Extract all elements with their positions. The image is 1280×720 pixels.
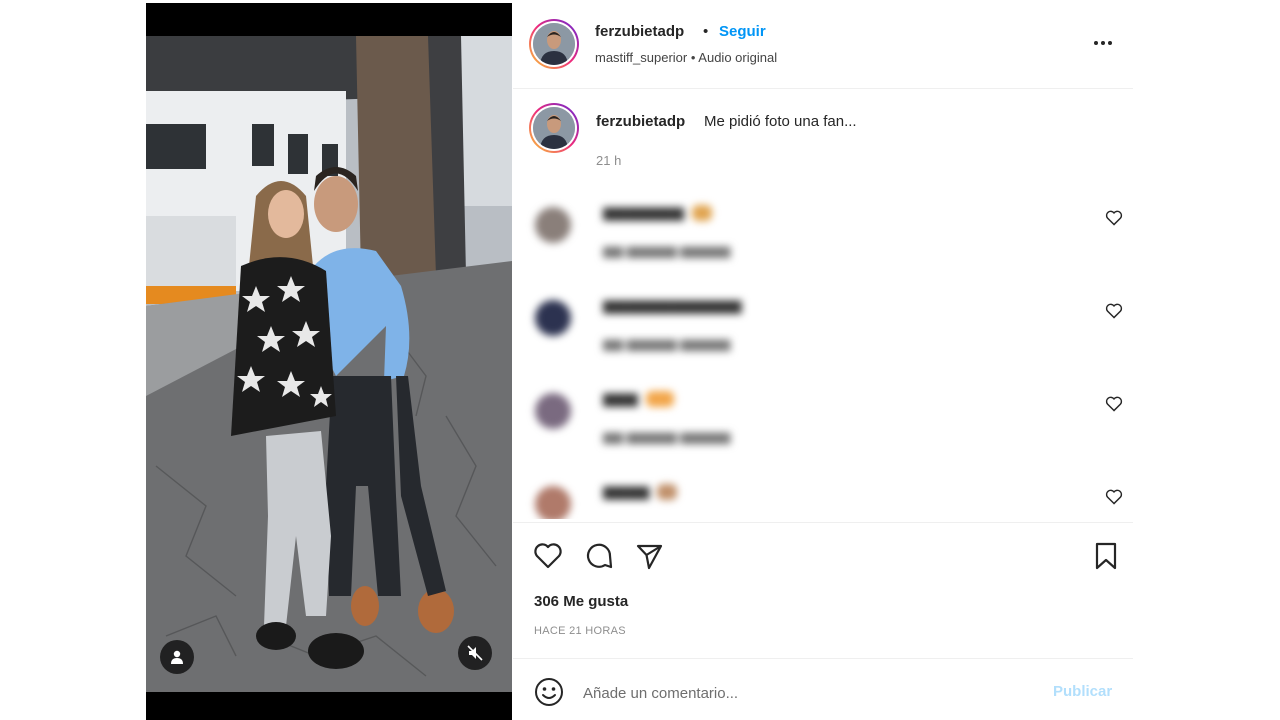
caption-avatar[interactable] — [529, 103, 579, 153]
post-timestamp[interactable]: HACE 21 HORAS — [534, 625, 626, 637]
post-header: ferzubietadp • Seguir mastiff_superior •… — [513, 3, 1133, 89]
like-count[interactable]: 306 Me gusta — [534, 593, 628, 610]
comment-icon — [586, 543, 613, 569]
comments-list[interactable]: ▆▆▆▆▆▆▆ ▆▆ ▆▆▆▆▆ ▆▆▆▆▆ ▆▆▆▆▆▆▆▆▆▆▆▆ ▆▆ ▆… — [523, 191, 1063, 519]
author-username[interactable]: ferzubietadp — [595, 23, 684, 40]
bookmark-icon — [1095, 542, 1117, 570]
separator-dot: • — [703, 23, 709, 40]
commenter-avatar[interactable] — [535, 300, 571, 336]
like-comment-heart-icon[interactable] — [1105, 210, 1123, 226]
save-button[interactable] — [1089, 539, 1123, 573]
comment-item: ▆▆▆▆▆▆▆▆▆▆▆▆ ▆▆ ▆▆▆▆▆ ▆▆▆▆▆ — [523, 284, 1063, 374]
comment-item: ▆▆▆▆▆▆▆ ▆▆ ▆▆▆▆▆ ▆▆▆▆▆ — [523, 191, 1063, 281]
avatar-photo — [533, 23, 575, 65]
audio-line[interactable]: mastiff_superior • Audio original — [595, 50, 777, 65]
post-details-panel: ferzubietadp • Seguir mastiff_superior •… — [513, 3, 1133, 720]
comment-button[interactable] — [582, 539, 616, 573]
commenter-avatar[interactable] — [535, 393, 571, 429]
blurred-text: ▆▆▆▆ — [603, 482, 678, 501]
caption-username[interactable]: ferzubietadp — [596, 113, 685, 130]
blurred-text: ▆▆ ▆▆▆▆▆ ▆▆▆▆▆ — [603, 243, 731, 258]
more-options-icon[interactable] — [1088, 33, 1118, 53]
blurred-text: ▆▆ ▆▆▆▆▆ ▆▆▆▆▆ — [603, 336, 731, 351]
share-button[interactable] — [632, 539, 666, 573]
like-button[interactable] — [531, 539, 565, 573]
blurred-text: ▆▆▆▆▆▆▆▆▆▆▆▆ — [603, 297, 742, 314]
post-photo — [146, 36, 512, 692]
comment-item: ▆▆▆▆ — [523, 470, 1063, 519]
mute-toggle-button[interactable] — [458, 636, 492, 670]
publish-button[interactable]: Publicar — [1053, 683, 1112, 700]
like-comment-heart-icon[interactable] — [1105, 303, 1123, 319]
divider — [513, 658, 1133, 659]
heart-icon — [534, 543, 562, 569]
like-comment-heart-icon[interactable] — [1105, 489, 1123, 505]
blurred-text: ▆▆▆▆▆▆▆ — [603, 203, 712, 222]
blurred-text: ▆▆ ▆▆▆▆▆ ▆▆▆▆▆ — [603, 429, 731, 444]
commenter-avatar[interactable] — [535, 486, 571, 519]
divider — [513, 522, 1133, 523]
user-tag-icon — [171, 650, 183, 664]
photo-illustration — [146, 36, 512, 692]
caption-timestamp[interactable]: 21 h — [596, 153, 621, 168]
emoji-icon[interactable] — [533, 676, 565, 708]
blurred-text: ▆▆▆ — [603, 389, 674, 408]
author-avatar[interactable] — [529, 19, 579, 69]
post-media[interactable] — [146, 3, 512, 720]
user-tag-button[interactable] — [160, 640, 194, 674]
comment-item: ▆▆▆ ▆▆ ▆▆▆▆▆ ▆▆▆▆▆ — [523, 377, 1063, 467]
comment-input[interactable] — [583, 679, 1043, 707]
caption-text: Me pidió foto una fan... — [704, 113, 857, 130]
muted-speaker-icon — [467, 645, 483, 661]
like-comment-heart-icon[interactable] — [1105, 396, 1123, 412]
avatar-photo — [533, 107, 575, 149]
share-icon — [636, 544, 663, 570]
follow-button[interactable]: Seguir — [719, 23, 766, 40]
commenter-avatar[interactable] — [535, 207, 571, 243]
